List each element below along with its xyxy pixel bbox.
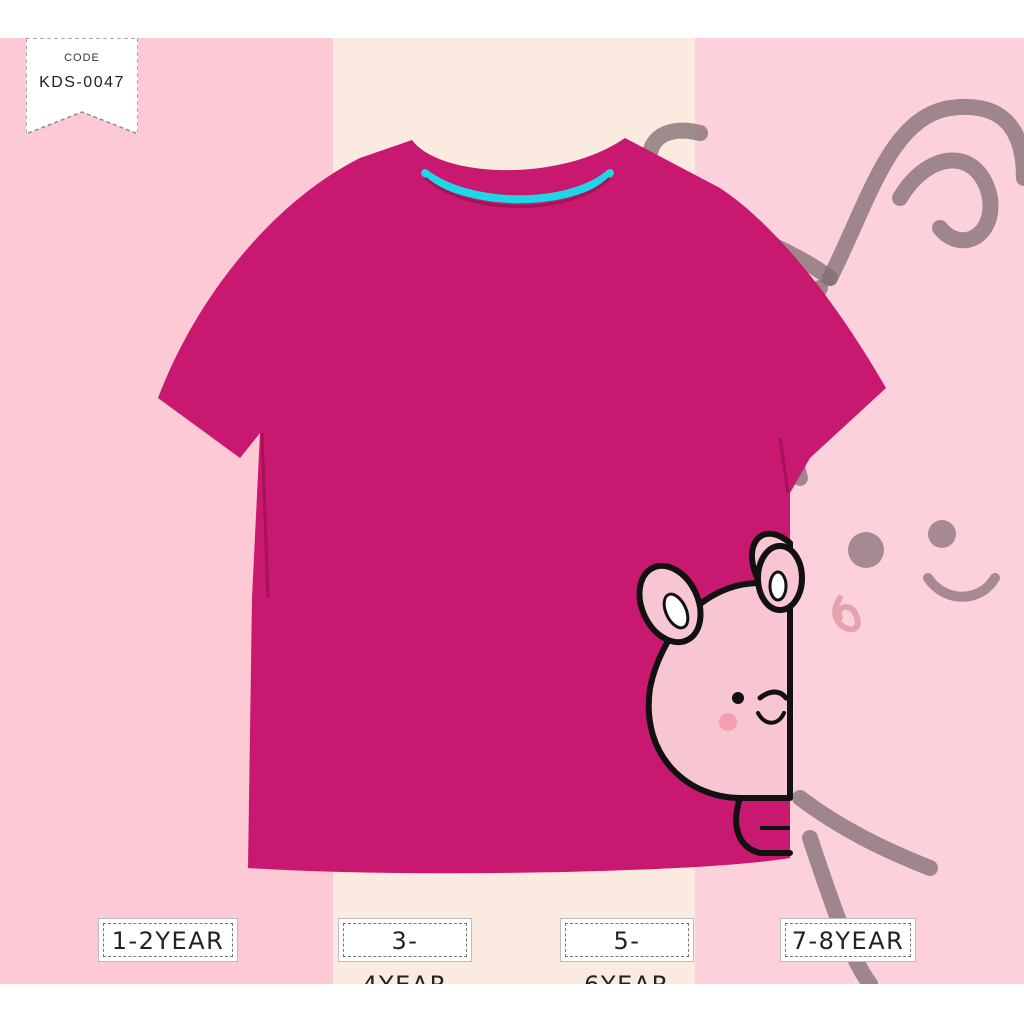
- size-label-3-4: 3-4YEAR: [338, 918, 472, 984]
- product-code: KDS-0047: [39, 74, 125, 91]
- t-shirt-image: [158, 138, 886, 874]
- size-label-1-2: 1-2YEAR: [98, 918, 238, 962]
- size-label-7-8: 7-8YEAR: [780, 918, 916, 962]
- product-code-tag: CODE KDS-0047: [26, 38, 138, 134]
- product-image: CODE KDS-0047 1-2YEAR 3-4YEAR 5-6YEAR 7-…: [0, 38, 1024, 984]
- size-label-5-6: 5-6YEAR: [560, 918, 694, 984]
- code-heading: CODE: [64, 52, 100, 64]
